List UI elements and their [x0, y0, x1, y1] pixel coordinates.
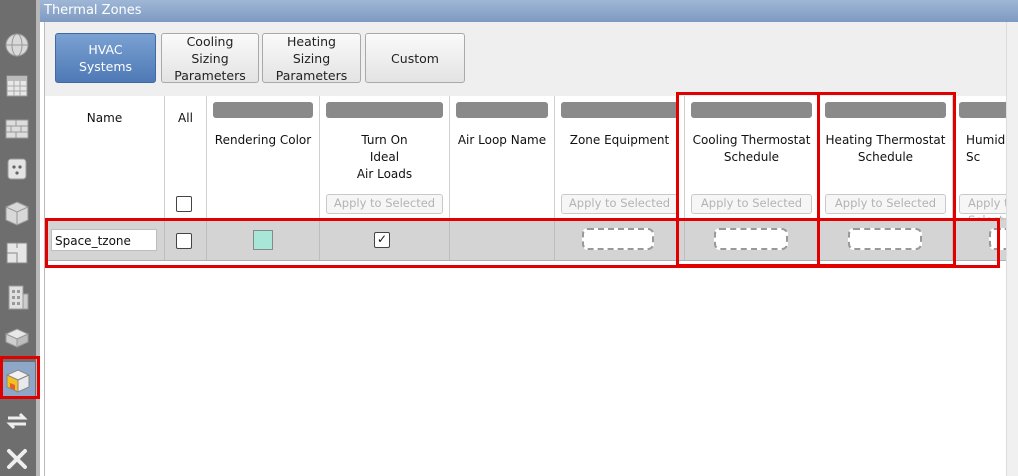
globe-icon[interactable]	[2, 30, 32, 60]
column-drag-handle[interactable]	[561, 102, 678, 118]
column-header-heating-thermostat-schedule: Heating Thermostat Schedule Apply to Sel…	[819, 96, 953, 218]
floorplan-icon[interactable]	[2, 238, 32, 268]
table-row-heating-schedule-cell	[819, 220, 953, 260]
tab-custom[interactable]: Custom	[365, 33, 465, 83]
column-drag-handle[interactable]	[959, 102, 1007, 118]
column-label-cooling-thermostat-schedule: Cooling Thermostat Schedule	[692, 133, 811, 164]
column-label-humidifying-schedule: Humidif Sc	[966, 133, 1007, 164]
column-label-ideal-air-loads: Turn On Ideal Air Loads	[356, 133, 413, 181]
space-type-icon[interactable]	[2, 322, 32, 352]
sidebar	[0, 0, 36, 476]
brick-wall-icon[interactable]	[2, 114, 32, 144]
column-drag-handle[interactable]	[213, 102, 313, 118]
tab-hvac-systems[interactable]: HVAC Systems	[55, 33, 156, 83]
heating-schedule-drop-zone[interactable]	[848, 228, 922, 250]
vertical-scrollbar[interactable]	[1006, 22, 1018, 476]
column-header-cooling-thermostat-schedule: Cooling Thermostat Schedule Apply to Sel…	[685, 96, 819, 218]
apply-to-selected-button[interactable]: Apply to Selected	[959, 194, 1007, 218]
column-header-humidifying-schedule: Humidif Sc Apply to Selected	[953, 96, 1007, 218]
column-label-rendering-color: Rendering Color	[214, 133, 312, 147]
tools-icon[interactable]	[2, 444, 32, 474]
column-label-zone-equipment: Zone Equipment	[569, 133, 670, 147]
thermal-zone-icon[interactable]	[1, 362, 35, 398]
column-drag-handle[interactable]	[825, 102, 946, 118]
column-header-name: Name	[45, 96, 165, 218]
row-select-checkbox[interactable]	[176, 233, 192, 249]
column-header-air-loop-name: Air Loop Name	[450, 96, 555, 218]
table-row-ideal-cell: ✓	[320, 220, 450, 260]
table-row-zone-equipment-cell	[555, 220, 685, 260]
table-row-name-cell: Space_tzone	[45, 220, 165, 260]
apply-to-selected-button[interactable]: Apply to Selected	[825, 194, 946, 214]
column-label-name: Name	[86, 111, 123, 125]
table-row-select-cell	[165, 220, 207, 260]
loop-arrows-icon[interactable]	[2, 406, 32, 436]
table-row-humidifying-cell	[953, 220, 1007, 260]
column-drag-handle[interactable]	[326, 102, 443, 118]
sidebar-divider	[36, 0, 40, 476]
table-row-air-loop-cell	[450, 220, 555, 260]
tab-heating-sizing-parameters[interactable]: Heating Sizing Parameters	[262, 33, 361, 83]
column-label-all: All	[178, 111, 193, 125]
zone-name-field[interactable]: Space_tzone	[51, 229, 157, 251]
column-label-heating-thermostat-schedule: Heating Thermostat Schedule	[825, 133, 946, 164]
apply-to-selected-button[interactable]: Apply to Selected	[691, 194, 812, 214]
main-panel: HVAC Systems Cooling Sizing Parameters H…	[44, 22, 1007, 476]
column-drag-handle[interactable]	[691, 102, 812, 118]
subtab-toolbar: HVAC Systems Cooling Sizing Parameters H…	[45, 22, 1007, 97]
building-icon[interactable]	[2, 282, 32, 312]
outlet-icon[interactable]	[2, 154, 32, 184]
row-divider	[45, 260, 1007, 261]
calendar-icon[interactable]	[2, 70, 32, 100]
column-drag-handle[interactable]	[456, 102, 548, 118]
construction-cube-icon[interactable]	[2, 198, 32, 228]
apply-to-selected-button[interactable]: Apply to Selected	[561, 194, 678, 214]
column-header-ideal-air-loads: Turn On Ideal Air Loads Apply to Selecte…	[320, 96, 450, 218]
column-label-air-loop-name: Air Loop Name	[457, 133, 547, 147]
tab-cooling-sizing-parameters[interactable]: Cooling Sizing Parameters	[161, 33, 259, 83]
title-bar: Thermal Zones	[40, 0, 1018, 22]
column-header-zone-equipment: Zone Equipment Apply to Selected	[555, 96, 685, 218]
apply-to-selected-button[interactable]: Apply to Selected	[326, 194, 443, 214]
table-row-color-cell	[207, 220, 320, 260]
column-header-all: All	[165, 96, 207, 218]
rendering-color-swatch[interactable]	[253, 230, 273, 250]
window-title: Thermal Zones	[44, 3, 142, 18]
thermal-zones-grid: Name All Rendering Color Turn On Ideal A…	[45, 96, 1007, 266]
column-header-rendering-color: Rendering Color	[207, 96, 320, 218]
cooling-schedule-drop-zone[interactable]	[714, 228, 788, 250]
humidifying-schedule-drop-zone[interactable]	[989, 228, 1007, 250]
ideal-air-loads-checkbox[interactable]: ✓	[374, 232, 390, 248]
table-row-cooling-schedule-cell	[685, 220, 819, 260]
select-all-checkbox[interactable]	[176, 196, 192, 212]
zone-equipment-drop-zone[interactable]	[582, 228, 654, 250]
